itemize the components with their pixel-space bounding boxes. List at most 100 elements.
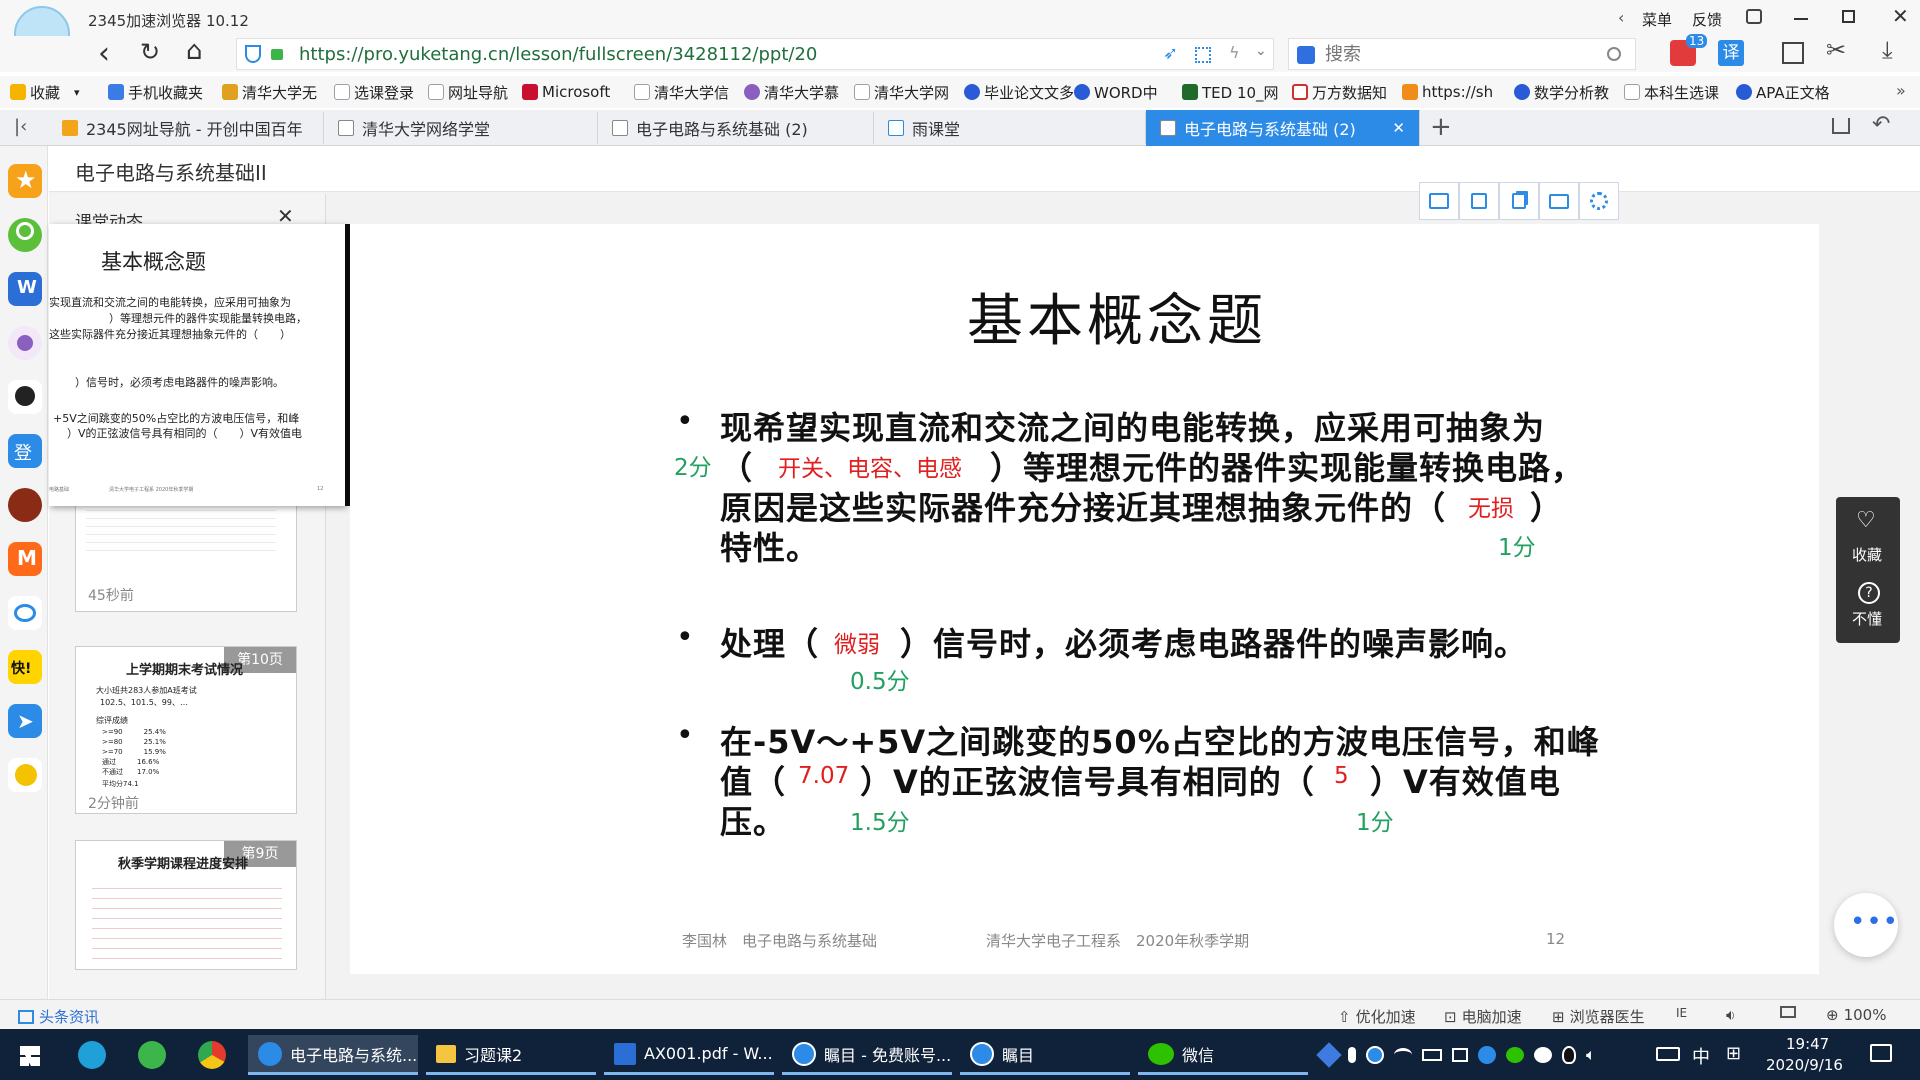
back-button[interactable]: ‹ [98, 36, 110, 71]
zhumu-tray-icon[interactable] [1366, 1046, 1384, 1064]
scissors-icon[interactable]: ✂ [1826, 36, 1846, 64]
tab-2345-nav[interactable]: 2345网址导航 - 开创中国百年 [48, 112, 324, 144]
skin-icon[interactable] [1746, 9, 1762, 24]
favorite-item[interactable]: TED 10_网 [1182, 82, 1279, 102]
flash-icon[interactable]: ϟ [1229, 43, 1240, 62]
favorite-item[interactable]: APA正文格 [1736, 82, 1830, 102]
search-box[interactable] [1288, 38, 1636, 70]
send-icon[interactable]: ➤ [8, 704, 42, 738]
zoom-control[interactable]: ⊕ 100% [1826, 1006, 1886, 1024]
sound-icon[interactable]: 🔉︎ [1726, 1006, 1735, 1024]
wifi-icon[interactable] [1394, 1048, 1412, 1062]
save-tool-button[interactable] [1459, 182, 1499, 220]
slide-preview-popup[interactable]: 基本概念题 实现直流和交流之间的电能转换，应采用可抽象为 ）等理想元件的器件实现… [49, 224, 345, 506]
favorite-item[interactable]: 万方数据知 [1292, 82, 1387, 102]
chevron-double-right-icon[interactable]: » [1896, 81, 1906, 100]
favorite-item[interactable]: 数学分析教 [1514, 82, 1609, 102]
undo-icon[interactable]: ↶ [1872, 112, 1890, 137]
close-button[interactable]: ✕ [1892, 4, 1909, 28]
broom-icon[interactable] [1832, 118, 1850, 134]
maximize-button[interactable] [1842, 10, 1855, 23]
game-icon[interactable] [8, 488, 42, 522]
cloud-icon[interactable] [8, 596, 42, 630]
search-icon[interactable] [1607, 47, 1621, 61]
browser-doctor-button[interactable]: ⊞ 浏览器医生 [1552, 1006, 1645, 1027]
favorite-item[interactable]: 清华大学慕 [744, 82, 839, 102]
volume-icon[interactable]: 🔈︎ [1586, 1045, 1596, 1065]
windows-start-icon[interactable] [20, 1046, 40, 1066]
menu-button[interactable]: 菜单 [1642, 9, 1672, 30]
music-icon[interactable] [8, 758, 42, 792]
feedback-button[interactable]: 反馈 [1692, 9, 1722, 30]
taskbar-item-browser[interactable]: 电子电路与系统... [248, 1035, 418, 1075]
video-icon[interactable]: M [8, 542, 42, 576]
news-button[interactable]: 头条资讯 [18, 1006, 99, 1027]
favorite-item[interactable]: Microsoft [522, 82, 610, 102]
taskbar-item-wechat[interactable]: 微信 [1138, 1035, 1308, 1075]
tab-circuits-1[interactable]: 电子电路与系统基础 (2) [598, 112, 874, 144]
chat-icon[interactable] [1534, 1047, 1552, 1063]
favorites-button[interactable]: 收藏 ▾ [10, 82, 80, 102]
confused-button[interactable]: ? 不懂 [1836, 578, 1900, 638]
collapse-sidebar-button[interactable]: |‹ [14, 116, 27, 137]
tab-yuketang[interactable]: 雨课堂 [874, 112, 1146, 144]
optimize-button[interactable]: ⇧ 优化加速 [1338, 1006, 1416, 1027]
edge-icon[interactable] [78, 1041, 106, 1069]
favorite-item[interactable]: 网址导航 [428, 82, 508, 102]
pc-speed-button[interactable]: ⊡ 电脑加速 [1444, 1006, 1522, 1027]
ime-indicator[interactable]: 中 [1692, 1043, 1710, 1069]
favorite-item[interactable]: 清华大学网 [854, 82, 949, 102]
url-text[interactable]: https://pro.yuketang.cn/lesson/fullscree… [299, 44, 817, 65]
chevron-down-icon[interactable]: ⌄ [1255, 43, 1267, 59]
tab-learn-tsinghua[interactable]: 清华大学网络学堂 [324, 112, 598, 144]
download-icon[interactable]: ⤓ [1882, 36, 1893, 64]
copy-tool-button[interactable] [1499, 182, 1539, 220]
word-icon[interactable]: W [8, 272, 42, 306]
keyboard-icon[interactable] [1656, 1047, 1680, 1061]
activity-item[interactable]: 第9页 秋季学期课程进度安排 [75, 840, 297, 970]
screen-tool-button[interactable] [1539, 182, 1579, 220]
minimize-button[interactable] [1794, 18, 1808, 20]
taskbar-item-word[interactable]: AX001.pdf - W... [604, 1035, 774, 1075]
history-clock-icon[interactable] [8, 218, 42, 252]
favorite-item[interactable]: 清华大学信 [634, 82, 729, 102]
collect-button[interactable]: ♡ 收藏 [1836, 508, 1900, 568]
favorite-item[interactable]: 清华大学无 [222, 82, 317, 102]
new-tab-button[interactable]: + [1430, 112, 1452, 142]
screen-icon[interactable] [1780, 1006, 1796, 1018]
kuaishou-icon[interactable]: 快! [8, 650, 42, 684]
chevron-left-icon[interactable]: ‹ [1618, 8, 1624, 27]
home-button[interactable]: ⌂ [186, 36, 203, 66]
apps-grid-icon[interactable] [1782, 42, 1804, 64]
favorite-item[interactable]: 本科生选课 [1624, 82, 1719, 102]
address-bar[interactable]: https://pro.yuketang.cn/lesson/fullscree… [236, 38, 1274, 70]
microphone-icon[interactable] [1348, 1047, 1356, 1063]
more-button[interactable]: ••• [1834, 893, 1898, 957]
window-icon[interactable] [1452, 1048, 1468, 1062]
refresh-button[interactable]: ↻ [140, 38, 160, 66]
image-tool-button[interactable] [1419, 182, 1459, 220]
tab-circuits-active[interactable]: 电子电路与系统基础 (2) ✕ [1146, 110, 1420, 146]
ie-mode-icon[interactable]: IE [1676, 1006, 1687, 1020]
taskbar-item-zhumu[interactable]: 瞩目 [960, 1035, 1130, 1075]
taskbar-item-zhumu-login[interactable]: 瞩目 - 免费账号... [782, 1035, 952, 1075]
favorites-star-icon[interactable]: ★ [8, 164, 42, 198]
clock-date[interactable]: 2020/9/16 [1766, 1056, 1843, 1074]
qr-code-icon[interactable] [1195, 47, 1211, 63]
github-icon[interactable] [8, 380, 42, 414]
favorite-item[interactable]: 选课登录 [334, 82, 414, 102]
wechat-tray-icon[interactable] [1506, 1047, 1524, 1063]
close-tab-icon[interactable]: ✕ [1392, 119, 1405, 137]
mooc-icon[interactable] [8, 326, 42, 360]
qq-icon[interactable] [1562, 1046, 1576, 1064]
chrome-icon[interactable] [198, 1041, 226, 1069]
taskbar-item-folder[interactable]: 习题课2 [426, 1035, 596, 1075]
login-icon[interactable]: 登 [8, 434, 42, 468]
translate-button[interactable]: 译 [1718, 40, 1744, 66]
clock-time[interactable]: 19:47 [1786, 1035, 1829, 1053]
dropbox-icon[interactable] [1316, 1042, 1342, 1068]
notification-center-icon[interactable] [1870, 1044, 1892, 1062]
favorite-item[interactable]: WORD中 [1074, 82, 1158, 102]
browser-tray-icon[interactable] [1478, 1046, 1496, 1064]
rocket-icon[interactable]: ➶ [1163, 43, 1178, 64]
